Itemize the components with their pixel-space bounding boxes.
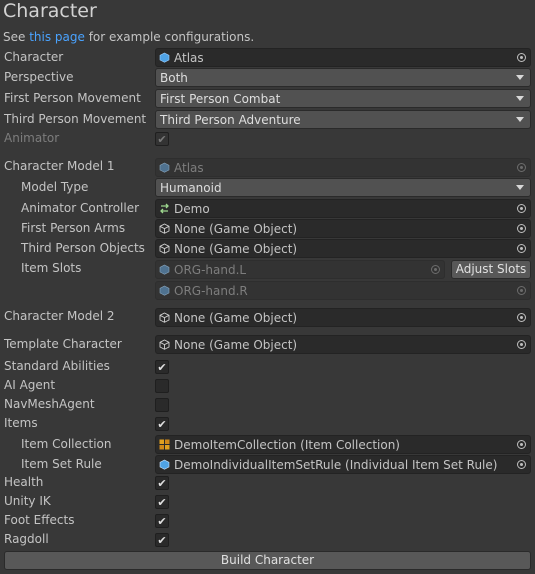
third-person-objects-label: Third Person Objects (21, 241, 145, 255)
first-person-arms-field[interactable]: None (Game Object) (155, 219, 531, 238)
object-picker-icon[interactable] (512, 200, 530, 217)
foot-effects-checkbox[interactable]: ✔ (155, 514, 169, 528)
game-object-icon (159, 339, 170, 350)
character-model-1-value: Atlas (174, 160, 204, 175)
item-slot-right-field: ORG-hand.R (155, 281, 531, 300)
object-picker-icon (426, 261, 444, 278)
animator-label: Animator (4, 131, 60, 145)
animator-controller-icon (159, 203, 170, 214)
object-picker-icon[interactable] (512, 456, 530, 473)
object-picker-icon (512, 159, 530, 176)
model-type-value: Humanoid (160, 180, 222, 195)
item-slots-label: Item Slots (21, 261, 82, 275)
prefab-icon (159, 162, 170, 173)
item-set-rule-field[interactable]: DemoIndividualItemSetRule (Individual It… (155, 455, 531, 474)
item-slot-left-field: ORG-hand.L (155, 260, 445, 279)
third-person-objects-field[interactable]: None (Game Object) (155, 239, 531, 258)
item-collection-value: DemoItemCollection (Item Collection) (174, 437, 400, 452)
standard-abilities-label: Standard Abilities (4, 359, 110, 373)
chevron-down-icon (516, 117, 524, 122)
object-picker-icon[interactable] (512, 240, 530, 257)
object-picker-icon[interactable] (512, 436, 530, 453)
chevron-down-icon (516, 185, 524, 190)
item-set-rule-label: Item Set Rule (21, 457, 102, 471)
template-character-label: Template Character (4, 337, 122, 351)
standard-abilities-checkbox[interactable]: ✔ (155, 360, 169, 374)
first-person-arms-label: First Person Arms (21, 221, 126, 235)
ai-agent-checkbox[interactable] (155, 379, 169, 393)
game-object-icon (159, 223, 170, 234)
build-character-button[interactable]: Build Character (4, 551, 531, 570)
third-person-movement-label: Third Person Movement (4, 112, 147, 126)
animator-checkbox: ✔ (155, 132, 169, 146)
third-person-movement-dropdown[interactable]: Third Person Adventure (155, 110, 531, 129)
help-text: See this page for example configurations… (3, 30, 254, 44)
perspective-label: Perspective (4, 70, 74, 84)
inspector-title: Character (3, 0, 97, 22)
unity-ik-label: Unity IK (4, 494, 51, 508)
help-suffix: for example configurations. (84, 30, 255, 44)
item-collection-field[interactable]: DemoItemCollection (Item Collection) (155, 435, 531, 454)
game-object-icon (159, 243, 170, 254)
chevron-down-icon (516, 75, 524, 80)
object-picker-icon (512, 282, 530, 299)
example-configurations-link[interactable]: this page (29, 30, 85, 44)
perspective-value: Both (160, 70, 188, 85)
character-model-2-field[interactable]: None (Game Object) (155, 308, 531, 327)
items-checkbox[interactable]: ✔ (155, 417, 169, 431)
first-person-movement-dropdown[interactable]: First Person Combat (155, 89, 531, 108)
character-model-1-field: Atlas (155, 158, 531, 177)
transform-icon (159, 285, 170, 296)
game-object-icon (159, 312, 170, 323)
third-person-movement-value: Third Person Adventure (160, 112, 301, 127)
first-person-arms-value: None (Game Object) (174, 221, 298, 236)
perspective-dropdown[interactable]: Both (155, 68, 531, 87)
prefab-icon (159, 52, 170, 63)
item-collection-icon (159, 439, 170, 450)
object-picker-icon[interactable] (512, 336, 530, 353)
adjust-slots-button[interactable]: Adjust Slots (451, 260, 531, 279)
template-character-field[interactable]: None (Game Object) (155, 335, 531, 354)
item-slot-left-value: ORG-hand.L (174, 262, 247, 277)
character-field[interactable]: Atlas (155, 48, 531, 67)
first-person-movement-label: First Person Movement (4, 91, 141, 105)
object-picker-icon[interactable] (512, 220, 530, 237)
transform-icon (159, 264, 170, 275)
model-type-label: Model Type (21, 180, 89, 194)
ragdoll-checkbox[interactable]: ✔ (155, 533, 169, 547)
first-person-movement-value: First Person Combat (160, 91, 281, 106)
model-type-dropdown[interactable]: Humanoid (155, 178, 531, 197)
template-character-value: None (Game Object) (174, 337, 298, 352)
item-set-rule-value: DemoIndividualItemSetRule (Individual It… (174, 457, 498, 472)
health-label: Health (4, 475, 44, 489)
animator-controller-label: Animator Controller (21, 201, 140, 215)
animator-controller-field[interactable]: Demo (155, 199, 531, 218)
scriptable-object-icon (159, 459, 170, 470)
character-model-2-label: Character Model 2 (4, 309, 115, 323)
character-model-1-label: Character Model 1 (4, 159, 115, 173)
items-label: Items (4, 416, 38, 430)
character-value: Atlas (174, 50, 204, 65)
navmesh-agent-label: NavMeshAgent (4, 397, 95, 411)
object-picker-icon[interactable] (512, 49, 530, 66)
character-label: Character (4, 50, 64, 64)
navmesh-agent-checkbox[interactable] (155, 398, 169, 412)
ai-agent-label: AI Agent (4, 378, 56, 392)
animator-controller-value: Demo (174, 201, 210, 216)
foot-effects-label: Foot Effects (4, 513, 75, 527)
item-slot-right-value: ORG-hand.R (174, 283, 248, 298)
third-person-objects-value: None (Game Object) (174, 241, 298, 256)
object-picker-icon[interactable] (512, 309, 530, 326)
ragdoll-label: Ragdoll (4, 532, 49, 546)
health-checkbox[interactable]: ✔ (155, 476, 169, 490)
unity-ik-checkbox[interactable]: ✔ (155, 495, 169, 509)
chevron-down-icon (516, 96, 524, 101)
item-collection-label: Item Collection (21, 437, 112, 451)
character-model-2-value: None (Game Object) (174, 310, 298, 325)
help-prefix: See (3, 30, 30, 44)
